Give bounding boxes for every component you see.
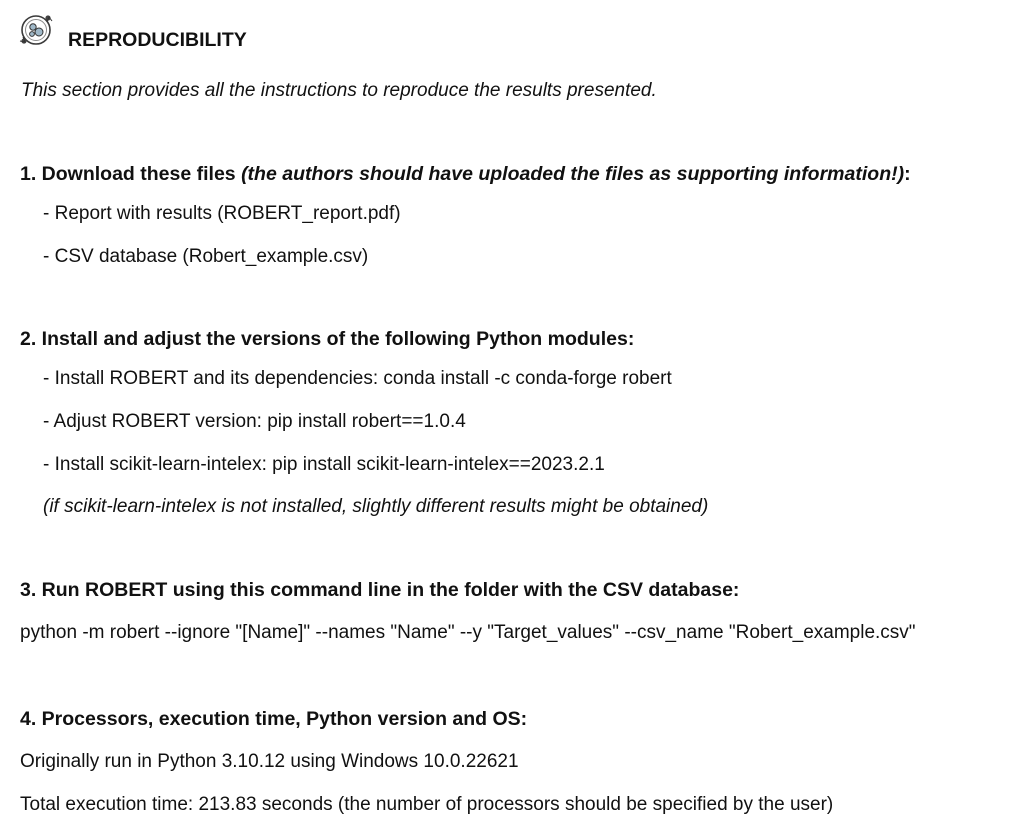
step1-heading-end: :: [904, 163, 911, 185]
list-item: - Install scikit-learn-intelex: pip inst…: [43, 454, 605, 475]
page-title: REPRODUCIBILITY: [68, 29, 247, 51]
step2-heading: 2. Install and adjust the versions of th…: [20, 328, 635, 350]
step4-heading: 4. Processors, execution time, Python ve…: [20, 708, 528, 730]
step3-heading: 3. Run ROBERT using this command line in…: [20, 579, 740, 601]
recycle-gears-icon: [17, 13, 57, 49]
list-item: - Report with results (ROBERT_report.pdf…: [43, 203, 401, 224]
intro-text: This section provides all the instructio…: [21, 80, 657, 101]
step1-heading-text: 1. Download these files: [20, 163, 242, 185]
step2-note: (if scikit-learn-intelex is not installe…: [43, 496, 709, 517]
list-item: - Adjust ROBERT version: pip install rob…: [43, 411, 466, 432]
list-item: - Install ROBERT and its dependencies: c…: [43, 368, 672, 389]
step1-heading-note: (the authors should have uploaded the fi…: [241, 163, 905, 185]
run-info-line: Originally run in Python 3.10.12 using W…: [20, 751, 519, 772]
list-item: - CSV database (Robert_example.csv): [43, 246, 369, 267]
execution-time-line: Total execution time: 213.83 seconds (th…: [20, 794, 834, 815]
step1-heading: 1. Download these files (the authors sho…: [20, 163, 911, 186]
command-line: python -m robert --ignore "[Name]" --nam…: [20, 622, 916, 643]
